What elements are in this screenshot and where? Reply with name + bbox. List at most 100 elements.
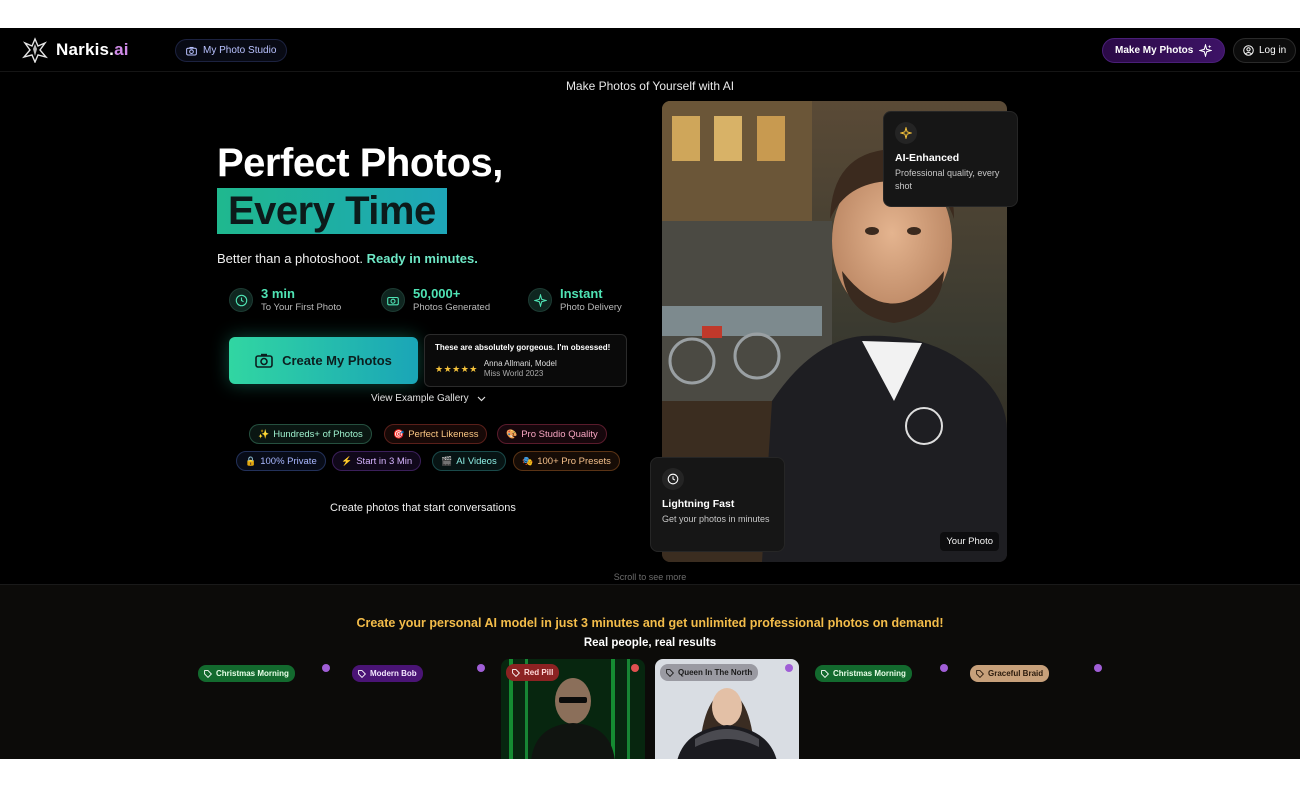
scroll-hint: Scroll to see more — [613, 572, 687, 582]
style-tag[interactable]: Christmas Morning — [198, 665, 295, 682]
create-my-photos-button[interactable]: Create My Photos — [229, 337, 418, 384]
sparkle-icon — [1199, 44, 1213, 57]
app-root: Narkis.ai My Photo Studio Make My Photos… — [0, 28, 1300, 759]
make-my-photos-button[interactable]: Make My Photos — [1102, 38, 1226, 63]
style-tag[interactable]: Red Pill — [506, 664, 560, 681]
promo-text: Create your personal AI model in just 3 … — [356, 616, 944, 630]
carousel-dot[interactable] — [322, 664, 330, 672]
camera-icon — [381, 288, 405, 312]
hero-subtitle-text: Better than a photoshoot. — [217, 251, 363, 266]
logo[interactable]: Narkis.ai — [22, 37, 129, 63]
sparkle-icon — [895, 122, 917, 144]
chip-pro-presets-label: 100+ Pro Presets — [537, 455, 611, 467]
stat-time: 3 min To Your First Photo — [229, 286, 341, 314]
tag-icon — [358, 669, 366, 678]
chip-start-3-min-label: Start in 3 Min — [356, 455, 413, 467]
style-tag[interactable]: Queen In The North — [660, 664, 759, 681]
testimonial-title: Miss World 2023 — [483, 369, 544, 378]
testimonial-card: These are absolutely gorgeous. I'm obses… — [424, 334, 627, 387]
your-photo-badge: Your Photo — [940, 532, 999, 551]
tag-icon — [512, 668, 520, 677]
chip-ai-videos-label: AI Videos — [456, 455, 497, 467]
style-tag-label: Graceful Braid — [988, 669, 1044, 678]
chevron-down-icon — [477, 396, 486, 401]
style-tag[interactable]: Modern Bob — [352, 665, 423, 682]
stat-delivery-value: Instant — [560, 286, 603, 301]
tag-icon — [976, 669, 984, 678]
stat-delivery-label: Photo Delivery — [560, 302, 622, 313]
real-results-heading: Real people, real results — [583, 637, 717, 649]
camera-icon — [255, 353, 273, 368]
results-section: Create your personal AI model in just 3 … — [0, 584, 1300, 759]
user-circle-icon — [1243, 45, 1254, 56]
chip-ai-videos-emoji: 🎬 — [441, 455, 453, 466]
ai-enhanced-title: AI-Enhanced — [895, 152, 960, 164]
chip-pro-presets: 🎭 100+ Pro Presets — [513, 451, 620, 471]
lightning-fast-card: Lightning Fast Get your photos in minute… — [650, 457, 785, 552]
stat-photos: 50,000+ Photos Generated — [381, 286, 490, 314]
chip-private: 🔒 100% Private — [236, 451, 326, 471]
logo-icon — [22, 37, 48, 63]
stat-time-label: To Your First Photo — [261, 302, 342, 313]
stat-photos-value: 50,000+ — [413, 286, 461, 301]
hero-subtitle-accent: Ready in minutes. — [366, 251, 478, 266]
chip-start-3-min-emoji: ⚡ — [341, 455, 353, 466]
clock-icon — [229, 288, 253, 312]
tagline: Make Photos of Yourself with AI — [565, 79, 735, 93]
hero-subtitle: Better than a photoshoot. Ready in minut… — [217, 251, 478, 266]
my-photo-studio-button[interactable]: My Photo Studio — [175, 39, 288, 62]
view-example-gallery-link[interactable]: View Example Gallery — [371, 393, 486, 404]
style-tag[interactable]: Graceful Braid — [970, 665, 1050, 682]
style-tag[interactable]: Christmas Morning — [815, 665, 912, 682]
ai-enhanced-desc: Professional quality, every shot — [895, 168, 1000, 191]
chip-hundreds-photos: ✨ Hundreds+ of Photos — [249, 424, 372, 444]
carousel-dot[interactable] — [785, 664, 793, 672]
chip-perfect-likeness-emoji: 🎯 — [393, 428, 405, 439]
chip-ai-videos: 🎬 AI Videos — [432, 451, 506, 471]
chip-perfect-likeness-label: Perfect Likeness — [408, 428, 479, 440]
chip-pro-studio-quality-label: Pro Studio Quality — [521, 428, 598, 440]
clock-icon — [662, 468, 684, 490]
make-my-photos-label: Make My Photos — [1115, 45, 1194, 56]
tag-icon — [204, 669, 212, 678]
result-thumbnail-queen-north[interactable]: Queen In The North — [655, 659, 799, 759]
chip-pro-studio-quality-emoji: 🎨 — [506, 428, 518, 439]
my-photo-studio-label: My Photo Studio — [203, 45, 277, 56]
stat-delivery: Instant Photo Delivery — [528, 286, 622, 314]
carousel-dot[interactable] — [477, 664, 485, 672]
lightning-fast-title: Lightning Fast — [662, 498, 735, 510]
lightning-fast-desc: Get your photos in minutes — [662, 514, 770, 524]
view-example-gallery-label: View Example Gallery — [371, 393, 469, 404]
create-my-photos-label: Create My Photos — [282, 353, 392, 368]
top-navbar: Narkis.ai My Photo Studio Make My Photos… — [0, 28, 1300, 72]
login-button[interactable]: Log in — [1233, 38, 1297, 63]
stat-photos-label: Photos Generated — [413, 302, 491, 313]
conversations-caption: Create photos that start conversations — [330, 502, 516, 514]
chip-hundreds-photos-label: Hundreds+ of Photos — [273, 428, 363, 440]
chip-perfect-likeness: 🎯 Perfect Likeness — [384, 424, 488, 444]
chip-start-3-min: ⚡ Start in 3 Min — [332, 451, 422, 471]
style-tag-label: Christmas Morning — [833, 669, 906, 678]
carousel-dot[interactable] — [631, 664, 639, 672]
camera-icon — [186, 46, 197, 55]
ai-enhanced-card: AI-Enhanced Professional quality, every … — [883, 111, 1018, 207]
stat-time-value: 3 min — [261, 286, 295, 301]
chip-private-emoji: 🔒 — [245, 455, 257, 466]
chip-pro-presets-emoji: 🎭 — [522, 455, 534, 466]
style-tag-label: Red Pill — [524, 668, 554, 677]
login-label: Log in — [1259, 45, 1287, 56]
carousel-dot[interactable] — [940, 664, 948, 672]
chip-pro-studio-quality: 🎨 Pro Studio Quality — [497, 424, 607, 444]
carousel-dot[interactable] — [1094, 664, 1102, 672]
tag-icon — [666, 668, 674, 677]
style-tag-label: Modern Bob — [370, 669, 417, 678]
testimonial-quote: These are absolutely gorgeous. I'm obses… — [435, 343, 611, 352]
chip-hundreds-photos-emoji: ✨ — [258, 428, 270, 439]
chip-private-label: 100% Private — [260, 455, 317, 467]
hero-title-line1: Perfect Photos, — [217, 141, 503, 185]
result-thumbnail-red-pill[interactable]: Red Pill — [501, 659, 645, 759]
style-tag-label: Queen In The North — [678, 668, 753, 677]
logo-text: Narkis.ai — [56, 40, 129, 59]
tag-icon — [821, 669, 829, 678]
star-rating: ★★★★★ — [435, 363, 478, 374]
